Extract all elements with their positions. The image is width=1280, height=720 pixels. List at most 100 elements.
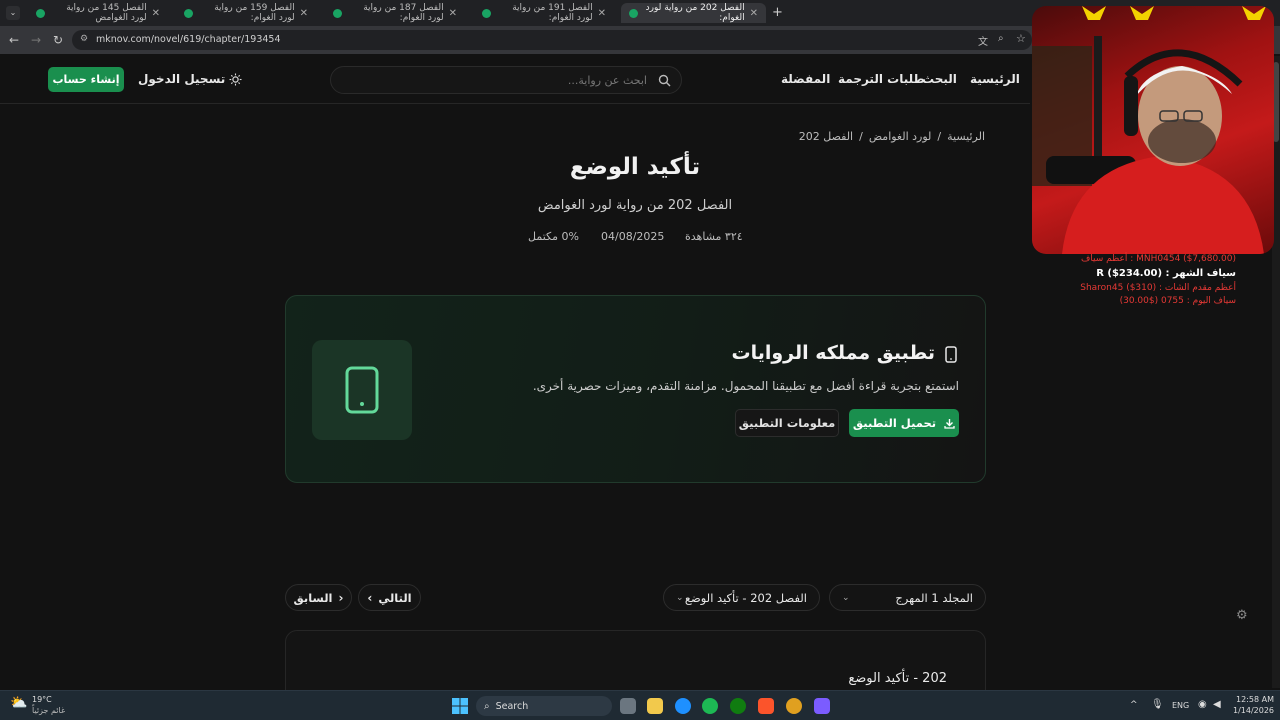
back-icon[interactable]: ←: [9, 33, 19, 47]
weather-temp: 19°C: [32, 695, 52, 704]
webcam-overlay: [1032, 6, 1274, 254]
smartphone-icon: [345, 366, 379, 414]
close-icon[interactable]: ✕: [750, 8, 758, 19]
site-favicon-icon: [184, 8, 193, 18]
browser-tab[interactable]: ✕ الفصل 187 من رواية لورد الغوام:: [325, 3, 465, 23]
theme-toggle-sun-icon[interactable]: [229, 73, 242, 86]
browser-tab[interactable]: ✕ الفصل 159 من رواية لورد الغوام:: [176, 3, 316, 23]
next-label: التالي: [378, 590, 412, 605]
top-donor-line: MNH0454 ($7,680.00) : أعظم سياف: [1080, 254, 1236, 264]
task-view-icon[interactable]: [620, 698, 636, 714]
tab-label: الفصل 187 من رواية لورد الغوام:: [363, 3, 444, 23]
discord-icon[interactable]: [814, 698, 830, 714]
reader-settings-gear-icon[interactable]: ⚙: [1236, 608, 1248, 623]
chrome-browser-icon[interactable]: [786, 698, 802, 714]
nav-favorites[interactable]: المفضلة: [781, 72, 830, 86]
windows-taskbar: ⛅ 19°C غائم جزئياً ⌕ Search ^ 🎙 ENG ◉ ◀ …: [0, 690, 1280, 720]
breadcrumb-separator: /: [859, 130, 863, 143]
reload-icon[interactable]: ↻: [53, 33, 63, 47]
search-input[interactable]: ابحث عن رواية...: [330, 66, 682, 94]
zoom-icon[interactable]: ⌕: [998, 33, 1004, 44]
close-icon[interactable]: ✕: [300, 8, 308, 19]
chapter-content-heading: 202 - تأكيد الوضع: [848, 671, 947, 686]
donor-line-3: أعظم مقدم الشات : Sharon45 ($310): [1080, 283, 1236, 293]
previous-chapter-button[interactable]: السابق ›: [285, 584, 352, 611]
streamer-webcam-image: [1032, 6, 1266, 254]
nav-home[interactable]: الرئيسية: [970, 72, 1020, 86]
site-favicon-icon: [333, 8, 342, 18]
download-app-button[interactable]: تحميل التطبيق: [849, 409, 959, 437]
phone-illustration: [312, 340, 412, 440]
wifi-icon[interactable]: ◉: [1198, 699, 1207, 710]
microphone-icon[interactable]: 🎙: [1151, 699, 1164, 710]
new-tab-button[interactable]: +: [772, 5, 783, 20]
promo-description: استمتع بتجربة قراءة أفضل مع تطبيقنا المح…: [532, 379, 959, 393]
tab-label: الفصل 159 من رواية لورد الغوام:: [214, 3, 295, 23]
site-favicon-icon: [482, 8, 491, 18]
url-text: mknov.com/novel/619/chapter/193454: [96, 34, 281, 45]
clock-time[interactable]: 12:58 AM: [1236, 695, 1274, 704]
weather-icon[interactable]: ⛅: [10, 695, 27, 711]
tab-label: الفصل 202 من رواية لورد الغوام:: [645, 3, 745, 23]
site-info-icon[interactable]: ⚙: [80, 34, 88, 44]
taskbar-search-label: Search: [495, 700, 529, 712]
site-favicon-icon: [629, 8, 638, 18]
file-explorer-icon[interactable]: [647, 698, 663, 714]
previous-label: السابق: [293, 590, 333, 605]
volume-icon[interactable]: ◀: [1213, 699, 1221, 710]
close-icon[interactable]: ✕: [152, 8, 160, 19]
phone-small-icon: [945, 346, 957, 363]
publish-date: 04/08/2025: [601, 230, 665, 243]
tab-label: الفصل 145 من رواية لورد الغوامض: [66, 3, 147, 23]
tab-label: الفصل 191 من رواية لورد الغوام:: [512, 3, 593, 23]
weather-desc: غائم جزئياً: [32, 706, 66, 715]
tab-list-chevron-icon[interactable]: ⌄: [6, 6, 20, 20]
breadcrumb: الرئيسية / لورد الغوامض / الفصل 202: [799, 130, 985, 143]
promo-title: تطبيق مملكه الروايات: [731, 342, 936, 364]
chevron-down-icon: ⌄: [676, 592, 684, 603]
signup-button[interactable]: إنشاء حساب: [48, 67, 124, 92]
app-info-button[interactable]: معلومات التطبيق: [735, 409, 839, 437]
address-bar[interactable]: ⚙ mknov.com/novel/619/chapter/193454 文 ⌕…: [72, 30, 1032, 50]
breadcrumb-home[interactable]: الرئيسية: [947, 130, 985, 143]
browser-tab[interactable]: ✕ الفصل 145 من رواية لورد الغوامض: [28, 3, 168, 23]
volume-select-value: المجلد 1 المهرج: [895, 590, 973, 605]
forward-icon[interactable]: →: [31, 33, 41, 47]
chapter-select[interactable]: ⌄ الفصل 202 - تأكيد الوضع: [663, 584, 820, 611]
edge-browser-icon[interactable]: [675, 698, 691, 714]
search-icon: ⌕: [484, 700, 490, 712]
spotify-icon[interactable]: [702, 698, 718, 714]
chevron-down-icon: ⌄: [842, 592, 850, 603]
taskbar-search[interactable]: ⌕ Search: [476, 696, 612, 716]
translate-icon[interactable]: 文: [978, 33, 988, 48]
bookmark-star-icon[interactable]: ☆: [1016, 32, 1026, 45]
xbox-icon[interactable]: [730, 698, 746, 714]
close-icon[interactable]: ✕: [598, 8, 606, 19]
breadcrumb-chapter: الفصل 202: [798, 130, 854, 143]
search-icon: [658, 74, 671, 87]
windows-start-icon[interactable]: [452, 698, 468, 714]
browser-tab[interactable]: ✕ الفصل 191 من رواية لورد الغوام:: [474, 3, 614, 23]
browser-tab-active[interactable]: ✕ الفصل 202 من رواية لورد الغوام:: [621, 3, 766, 23]
tray-overflow-icon[interactable]: ^: [1130, 700, 1138, 710]
language-indicator[interactable]: ENG: [1172, 701, 1189, 710]
brave-browser-icon[interactable]: [758, 698, 774, 714]
nav-translation-requests[interactable]: طلبات الترجمة: [838, 72, 925, 86]
download-icon: [944, 418, 955, 429]
clock-date[interactable]: 1/14/2026: [1233, 706, 1274, 715]
site-header: الرئيسية البحث طلبات الترجمة المفضلة ابح…: [0, 54, 1030, 104]
close-icon[interactable]: ✕: [449, 8, 457, 19]
reading-progress: 0% مكتمل: [528, 230, 579, 243]
app-promo-card: تطبيق مملكه الروايات استمتع بتجربة قراءة…: [285, 295, 986, 483]
month-donor-line: سياف الشهر : R ($234.00): [1096, 268, 1236, 279]
breadcrumb-novel[interactable]: لورد الغوامض: [869, 130, 932, 143]
search-placeholder: ابحث عن رواية...: [567, 74, 647, 87]
next-chapter-button[interactable]: ‹ التالي: [358, 584, 421, 611]
donor-line-4: سياف اليوم : 0755 ($30.00): [1119, 296, 1236, 306]
chevron-right-icon: ›: [338, 590, 344, 605]
download-app-label: تحميل التطبيق: [852, 416, 937, 430]
volume-select[interactable]: ⌄ المجلد 1 المهرج: [829, 584, 986, 611]
nav-search[interactable]: البحث: [922, 72, 957, 86]
site-favicon-icon: [36, 8, 45, 18]
login-link[interactable]: تسجيل الدخول: [138, 72, 225, 86]
